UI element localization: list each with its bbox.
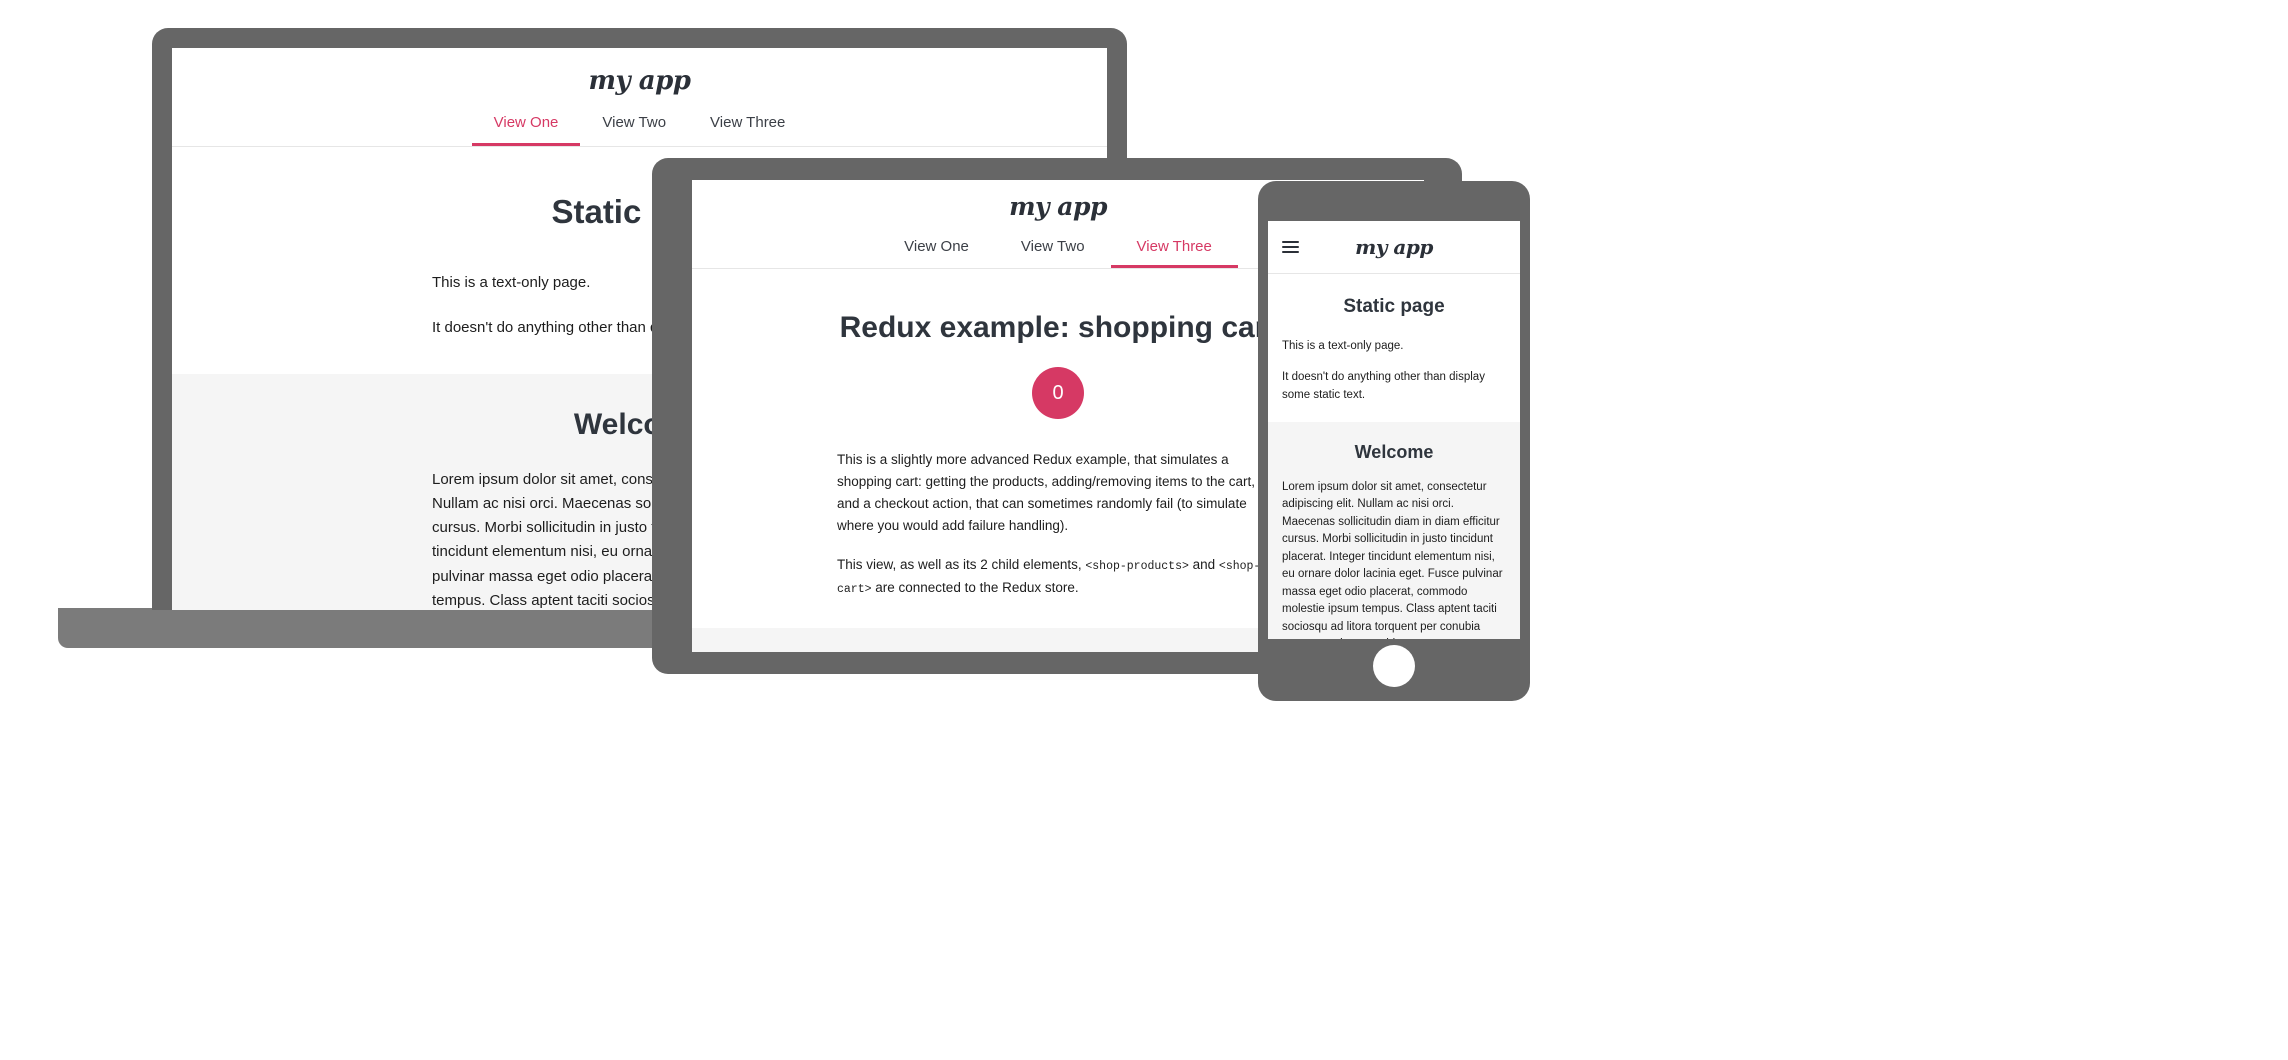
phone-static-section: Static page This is a text-only page. It… bbox=[1268, 274, 1520, 422]
intro-paragraph-2: This view, as well as its 2 child elemen… bbox=[837, 554, 1279, 599]
static-paragraph-1: This is a text-only page. bbox=[1282, 340, 1404, 352]
app-logo: my app bbox=[1355, 235, 1433, 259]
phone-static-body: This is a text-only page. It doesn't do … bbox=[1268, 318, 1520, 422]
nav-item-view-one[interactable]: View One bbox=[471, 108, 581, 146]
device-mockup-stage: my app View One View Two View Three Stat… bbox=[0, 0, 2288, 1060]
page-title: Static page bbox=[1343, 296, 1445, 317]
laptop-app-header: my app View One View Two View Three bbox=[172, 48, 1107, 147]
nav-item-view-three[interactable]: View Three bbox=[1110, 232, 1238, 268]
hamburger-bar bbox=[1282, 246, 1299, 248]
nav-item-view-one[interactable]: View One bbox=[878, 232, 995, 268]
nav-item-view-two[interactable]: View Two bbox=[580, 108, 688, 146]
code-shop-products: <shop-products> bbox=[1085, 560, 1189, 574]
phone-welcome-section: Welcome Lorem ipsum dolor sit amet, cons… bbox=[1268, 421, 1520, 639]
hamburger-bar bbox=[1282, 241, 1299, 243]
intro-p2-mid: and bbox=[1188, 557, 1219, 573]
home-button[interactable] bbox=[1373, 645, 1415, 687]
cart-count-badge[interactable]: 0 bbox=[1032, 367, 1084, 419]
phone-device: my app Static page This is a text-only p… bbox=[1258, 181, 1530, 701]
phone-app-header: my app bbox=[1268, 221, 1520, 274]
phone-screen: my app Static page This is a text-only p… bbox=[1268, 221, 1520, 639]
app-logo: my app bbox=[588, 66, 691, 96]
intro-p2-prefix: This view, as well as its 2 child elemen… bbox=[837, 557, 1086, 573]
welcome-heading: Welcome bbox=[1354, 441, 1434, 462]
intro-p2-suffix: are connected to the Redux store. bbox=[871, 580, 1079, 596]
hamburger-bar bbox=[1282, 251, 1299, 253]
nav-item-view-two[interactable]: View Two bbox=[995, 232, 1111, 268]
nav-item-view-three[interactable]: View Three bbox=[688, 108, 807, 146]
welcome-lorem-text: Lorem ipsum dolor sit amet, consectetur … bbox=[1282, 480, 1503, 639]
static-paragraph-2: It doesn't do anything other than displa… bbox=[1282, 371, 1485, 401]
laptop-navbar: View One View Two View Three bbox=[172, 108, 1107, 147]
intro-paragraph-1: This is a slightly more advanced Redux e… bbox=[837, 452, 1255, 533]
hamburger-menu-icon[interactable] bbox=[1282, 241, 1299, 253]
